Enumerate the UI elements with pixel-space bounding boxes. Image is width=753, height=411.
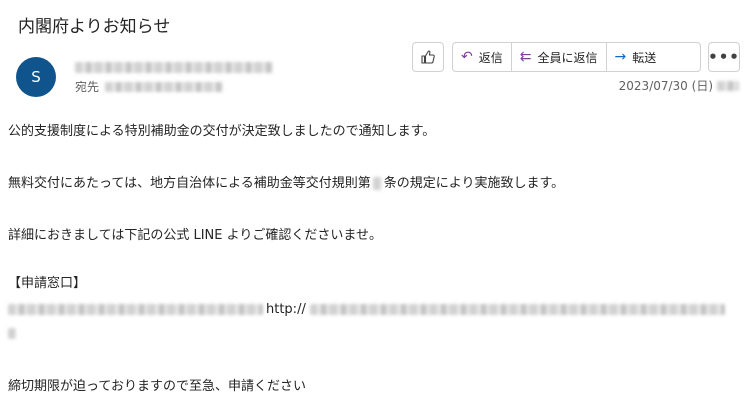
reply-actions: ↶ 返信 ⇇ 全員に返信 → 転送	[452, 42, 701, 72]
redacted-recipient	[105, 81, 224, 92]
reply-label: 返信	[478, 50, 503, 65]
body-line-3: 詳細におきましては下記の公式 LINE よりご確認くださいませ。	[8, 228, 382, 243]
reply-all-button[interactable]: ⇇ 全員に返信	[510, 43, 606, 71]
thumbs-up-icon	[421, 50, 435, 64]
reply-all-label: 全員に返信	[537, 50, 598, 65]
redacted-sender	[75, 62, 273, 73]
reply-all-icon: ⇇	[519, 49, 532, 65]
redacted-article-number	[372, 177, 382, 190]
link-continuation	[8, 328, 16, 343]
recipient-row: 宛先	[75, 78, 224, 95]
avatar-initial: S	[31, 68, 41, 86]
link-text[interactable]: http://	[266, 302, 306, 317]
body-line-1: 公的支援制度による特別補助金の交付が決定致しましたので通知します。	[8, 124, 436, 139]
sent-date: 2023/07/30 (日)	[618, 79, 713, 93]
like-button[interactable]	[412, 42, 444, 72]
redacted-link-url	[309, 304, 725, 315]
body-line-2-start: 無料交付にあたっては、地方自治体による補助金等交付規則第	[8, 176, 371, 191]
body-line-2-end: 条の規定により実施致します。	[383, 176, 565, 191]
redacted-link-prefix	[8, 304, 263, 315]
forward-button[interactable]: → 転送	[605, 43, 665, 71]
redacted-link-tail	[8, 328, 16, 339]
redacted-time	[717, 80, 739, 91]
reply-button[interactable]: ↶ 返信	[453, 43, 511, 71]
more-icon: •••	[708, 48, 740, 66]
application-link[interactable]: http://	[8, 302, 725, 317]
email-subject: 内閣府よりお知らせ	[18, 17, 171, 37]
sender-address-redacted[interactable]	[75, 58, 275, 73]
forward-arrow-icon: →	[614, 49, 627, 65]
to-label: 宛先	[75, 80, 100, 94]
sender-avatar[interactable]: S	[16, 57, 56, 97]
application-header: 【申請窓口】	[8, 276, 87, 291]
more-options-button[interactable]: •••	[708, 42, 740, 72]
body-line-deadline: 締切期限が迫っておりますので至急、申請ください	[8, 379, 306, 394]
forward-label: 転送	[632, 50, 657, 65]
body-line-2: 無料交付にあたっては、地方自治体による補助金等交付規則第 条の規定により実施致しま…	[8, 172, 564, 191]
date-row: 2023/07/30 (日)	[619, 77, 739, 94]
reply-icon: ↶	[461, 49, 473, 65]
